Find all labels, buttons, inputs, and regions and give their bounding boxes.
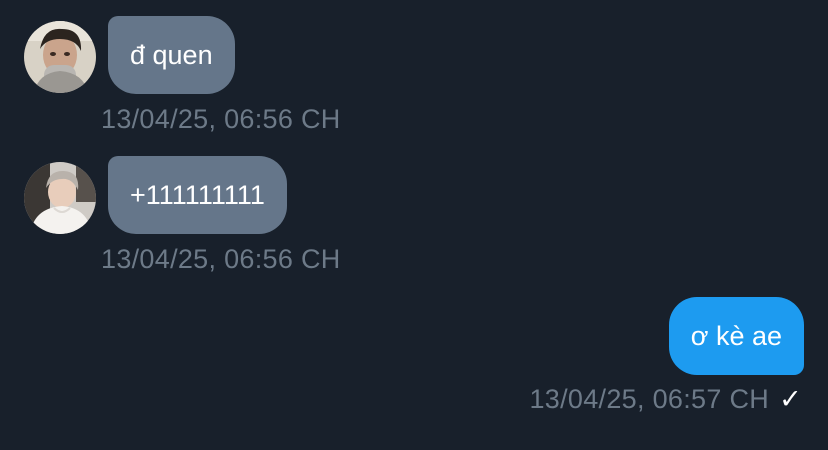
timestamp-text: 13/04/25, 06:56 CH — [101, 104, 341, 134]
sent-check-icon: ✓ — [779, 384, 802, 414]
message-timestamp: 13/04/25, 06:57 CH ✓ — [529, 384, 802, 415]
sender-avatar[interactable] — [24, 21, 96, 93]
timestamp-text: 13/04/25, 06:57 CH — [529, 384, 770, 414]
message-timestamp: 13/04/25, 06:56 CH — [101, 244, 341, 275]
message-text: ơ kè ae — [690, 320, 782, 351]
avatar-photo-icon — [24, 21, 96, 93]
timestamp-text: 13/04/25, 06:56 CH — [101, 244, 341, 274]
message-bubble[interactable]: +111111111 — [108, 156, 287, 234]
message-bubble[interactable]: ơ kè ae — [668, 297, 804, 375]
sender-avatar[interactable] — [24, 162, 96, 234]
avatar-photo-icon — [24, 162, 96, 234]
message-text: +111111111 — [130, 179, 265, 210]
message-bubble[interactable]: đ quen — [108, 16, 235, 94]
message-timestamp: 13/04/25, 06:56 CH — [101, 104, 341, 135]
message-text: đ quen — [130, 39, 213, 70]
